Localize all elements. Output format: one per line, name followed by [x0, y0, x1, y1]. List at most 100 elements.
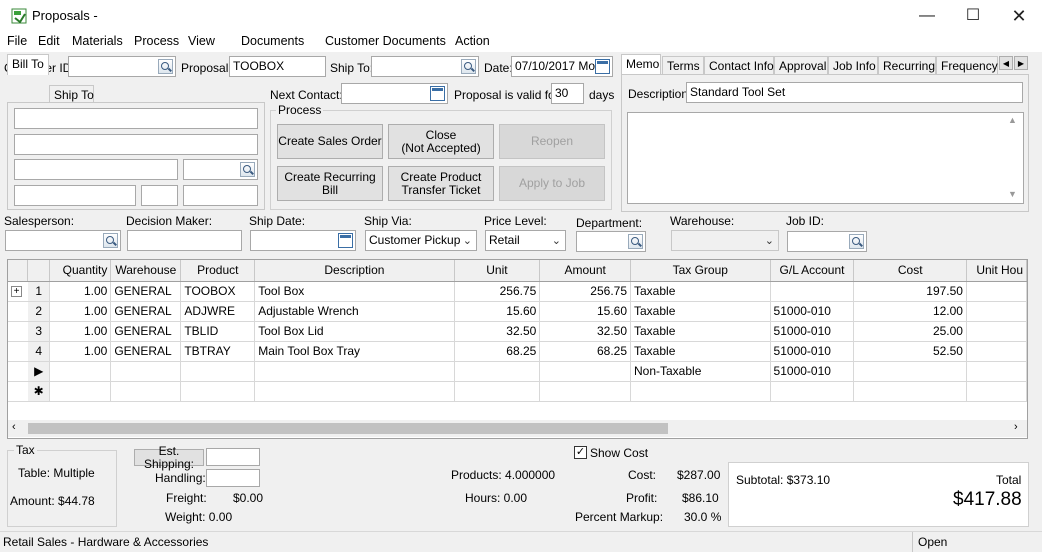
table-cell[interactable]: [180, 381, 256, 402]
expand-row-icon[interactable]: +: [8, 281, 28, 302]
table-cell[interactable]: 12.00: [853, 301, 967, 322]
table-cell[interactable]: [770, 381, 855, 402]
plus-icon[interactable]: +: [11, 285, 22, 297]
table-cell[interactable]: [630, 381, 771, 402]
table-cell[interactable]: [539, 361, 631, 382]
ship-via-select[interactable]: Customer Pickup ⌄: [365, 230, 477, 251]
row-header[interactable]: 2: [27, 301, 51, 322]
memo-scroll-down-icon[interactable]: ▼: [1008, 189, 1017, 199]
address-line-1[interactable]: [14, 108, 258, 129]
table-cell[interactable]: 15.60: [454, 301, 541, 322]
table-cell[interactable]: 1.00: [49, 301, 112, 322]
table-cell[interactable]: ADJWRE: [180, 301, 256, 322]
valid-days-input[interactable]: 30: [551, 83, 584, 104]
scroll-right-icon[interactable]: ›: [1014, 421, 1018, 433]
table-cell[interactable]: Taxable: [630, 321, 771, 342]
tab-frequency[interactable]: Frequency: [936, 56, 998, 75]
tab-job-info[interactable]: Job Info: [828, 56, 878, 75]
memo-textarea[interactable]: [627, 112, 1024, 204]
table-cell[interactable]: GENERAL: [110, 341, 182, 362]
menu-file[interactable]: File: [7, 34, 27, 48]
salesperson-input[interactable]: [5, 230, 121, 251]
line-items-grid[interactable]: Quantity Warehouse Product Description U…: [7, 259, 1028, 439]
table-row[interactable]: 4 1.00 GENERAL TBTRAY Main Tool Box Tray 68.2…: [8, 341, 1027, 362]
minimize-icon[interactable]: —: [904, 0, 950, 32]
table-cell[interactable]: Non-Taxable: [630, 361, 771, 382]
next-contact-input[interactable]: [341, 83, 448, 104]
table-cell[interactable]: [966, 341, 1027, 362]
table-cell[interactable]: 1.00: [49, 341, 112, 362]
column-header-tax-group[interactable]: Tax Group: [630, 260, 771, 282]
est-shipping-button[interactable]: Est. Shipping:: [134, 444, 204, 470]
table-cell[interactable]: 197.50: [853, 281, 967, 302]
create-recurring-bill-button[interactable]: Create Recurring Bill: [277, 166, 383, 201]
column-header-unit-hours[interactable]: Unit Hou: [966, 260, 1027, 282]
price-level-select[interactable]: Retail ⌄: [485, 230, 566, 251]
table-cell[interactable]: [853, 361, 967, 382]
handling-input[interactable]: [206, 469, 260, 487]
decision-maker-input[interactable]: [127, 230, 242, 251]
table-cell[interactable]: 51000-010: [770, 321, 855, 342]
table-row[interactable]: 3 1.00 GENERAL TBLID Tool Box Lid 32.50 32.50 T…: [8, 321, 1027, 342]
table-cell[interactable]: [454, 381, 541, 402]
table-cell[interactable]: [49, 381, 112, 402]
table-cell[interactable]: TBLID: [180, 321, 256, 342]
table-cell[interactable]: 68.25: [539, 341, 631, 362]
tab-bill-to[interactable]: Bill To: [7, 54, 49, 75]
tab-recurring[interactable]: Recurring: [878, 56, 936, 75]
column-header-unit[interactable]: Unit: [454, 260, 541, 282]
menu-process[interactable]: Process: [134, 34, 179, 48]
show-cost-checkbox[interactable]: ✓: [574, 446, 587, 459]
next-contact-calendar-icon[interactable]: [430, 86, 445, 101]
column-header-description[interactable]: Description: [254, 260, 455, 282]
column-header-gl-account[interactable]: G/L Account: [770, 260, 855, 282]
menu-edit[interactable]: Edit: [38, 34, 60, 48]
scroll-thumb[interactable]: [28, 423, 668, 434]
row-header[interactable]: 4: [27, 341, 51, 362]
menu-materials[interactable]: Materials: [72, 34, 123, 48]
table-row[interactable]: ▶ Non-Taxable 51000-010: [8, 361, 1027, 382]
table-cell[interactable]: Tool Box Lid: [254, 321, 455, 342]
ship-date-calendar-icon[interactable]: [338, 233, 353, 248]
table-cell[interactable]: [254, 361, 455, 382]
column-header-warehouse[interactable]: Warehouse: [110, 260, 182, 282]
close-not-accepted-button[interactable]: Close (Not Accepted): [388, 124, 494, 159]
column-header-amount[interactable]: Amount: [539, 260, 631, 282]
tab-scroll-right-icon[interactable]: ▶: [1014, 56, 1028, 70]
ship-to-lookup-icon[interactable]: [461, 59, 476, 74]
table-cell[interactable]: [966, 381, 1027, 402]
address-extra[interactable]: [141, 185, 178, 206]
tab-approval[interactable]: Approval: [774, 56, 828, 75]
menu-action[interactable]: Action: [455, 34, 490, 48]
state-lookup-icon[interactable]: [240, 162, 255, 177]
est-shipping-input[interactable]: [206, 448, 260, 466]
table-cell[interactable]: Tool Box: [254, 281, 455, 302]
table-cell[interactable]: 68.25: [454, 341, 541, 362]
row-header[interactable]: 1: [27, 281, 51, 302]
reopen-button[interactable]: Reopen: [499, 124, 605, 159]
table-cell[interactable]: TOOBOX: [180, 281, 256, 302]
tab-contact-info[interactable]: Contact Info: [704, 56, 774, 75]
table-cell[interactable]: [110, 381, 182, 402]
column-header-cost[interactable]: Cost: [853, 260, 967, 282]
table-cell[interactable]: Taxable: [630, 301, 771, 322]
row-header[interactable]: ✱: [27, 381, 51, 402]
menu-documents[interactable]: Documents: [241, 34, 304, 48]
address-line-2[interactable]: [14, 134, 258, 155]
menu-customer-documents[interactable]: Customer Documents: [325, 34, 446, 48]
table-cell[interactable]: [180, 361, 256, 382]
table-cell[interactable]: [853, 381, 967, 402]
table-cell[interactable]: GENERAL: [110, 281, 182, 302]
table-cell[interactable]: 51000-010: [770, 301, 855, 322]
table-row[interactable]: +1 1.00 GENERAL TOOBOX Tool Box 256.75 256.75 T…: [8, 281, 1027, 302]
table-cell[interactable]: GENERAL: [110, 301, 182, 322]
table-cell[interactable]: [49, 361, 112, 382]
table-row[interactable]: ✱: [8, 381, 1027, 402]
apply-to-job-button[interactable]: Apply to Job: [499, 166, 605, 201]
grid-horizontal-scrollbar[interactable]: ‹ ›: [8, 420, 1027, 437]
table-cell[interactable]: Taxable: [630, 281, 771, 302]
table-cell[interactable]: [254, 381, 455, 402]
table-cell[interactable]: 32.50: [539, 321, 631, 342]
table-cell[interactable]: 51000-010: [770, 341, 855, 362]
job-id-input[interactable]: [787, 231, 867, 252]
